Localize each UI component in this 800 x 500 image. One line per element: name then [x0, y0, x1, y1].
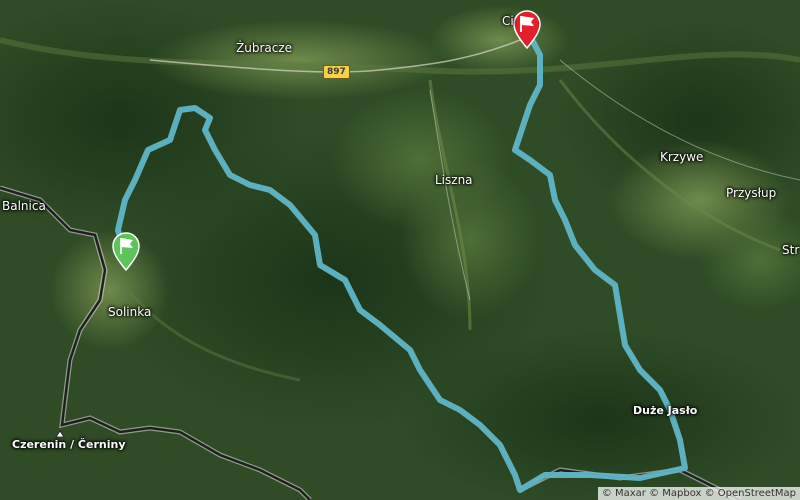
place-label-solinka: Solinka [108, 305, 152, 319]
place-label-balnica: Balnica [2, 199, 46, 213]
place-label-cisna: Ci [502, 14, 514, 28]
peak-label-czerenin: Czerenin / Černiny [12, 438, 126, 451]
place-label-zubracze: Żubracze [236, 41, 293, 55]
map-view[interactable]: Żubracze 897 Balnica Solinka Liszna Krzy… [0, 0, 800, 500]
place-label-krzywe: Krzywe [660, 150, 704, 164]
place-label-str: Str [782, 243, 800, 257]
place-label-liszna: Liszna [435, 173, 473, 187]
satellite-map-layer [0, 0, 800, 500]
map-attribution[interactable]: © Maxar © Mapbox © OpenStreetMap [597, 487, 800, 500]
peak-label-duze-jaslo: Duże Jasło [633, 404, 698, 417]
place-label-przystup: Przysłup [726, 186, 777, 200]
road-shield-897: 897 [323, 65, 350, 79]
